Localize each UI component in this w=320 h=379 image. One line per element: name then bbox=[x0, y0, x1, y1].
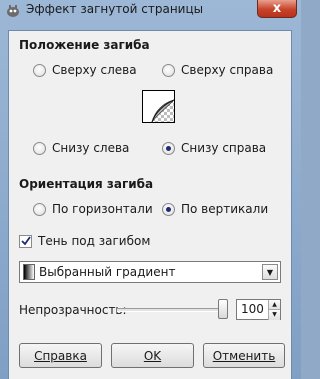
checkbox-indicator bbox=[19, 234, 32, 248]
radio-indicator bbox=[162, 63, 175, 77]
radio-indicator bbox=[33, 141, 46, 155]
close-button[interactable]: x bbox=[257, 0, 297, 18]
spin-up-icon[interactable]: ▲ bbox=[268, 300, 280, 310]
curl-preview-image bbox=[142, 90, 175, 123]
opacity-slider-track[interactable] bbox=[117, 308, 227, 312]
radio-horizontal[interactable]: По горизонтали bbox=[33, 202, 153, 216]
ok-button[interactable]: OK bbox=[111, 343, 194, 368]
radio-label: Сверху справа bbox=[181, 63, 274, 77]
opacity-value: 100 bbox=[241, 302, 264, 316]
radio-indicator bbox=[162, 202, 175, 216]
close-icon: x bbox=[272, 1, 282, 16]
radio-lower-right[interactable]: Снизу справа bbox=[162, 141, 266, 155]
radio-upper-left[interactable]: Сверху слева bbox=[33, 63, 137, 77]
radio-indicator bbox=[33, 63, 46, 77]
dropdown-arrow-icon[interactable]: ▼ bbox=[262, 264, 278, 280]
shade-checkbox[interactable]: Тень под загибом bbox=[19, 234, 150, 248]
radio-vertical[interactable]: По вертикали bbox=[162, 202, 268, 216]
radio-upper-right[interactable]: Сверху справа bbox=[162, 63, 273, 77]
curl-location-heading: Положение загиба bbox=[19, 38, 150, 52]
gradient-swatch-icon bbox=[23, 264, 35, 280]
radio-lower-left[interactable]: Снизу слева bbox=[33, 141, 129, 155]
window-title: Эффект загнутой страницы bbox=[26, 2, 204, 16]
cancel-button[interactable]: Отменить bbox=[203, 343, 285, 368]
radio-indicator bbox=[33, 202, 46, 216]
dialog-body: Положение загиба Сверху слева Сверху спр… bbox=[8, 30, 292, 379]
radio-label: Снизу справа bbox=[181, 141, 267, 155]
radio-label: По горизонтали bbox=[52, 202, 153, 216]
checkmark-icon bbox=[20, 236, 31, 246]
radio-label: Снизу слева bbox=[52, 141, 130, 155]
opacity-spinbutton[interactable]: 100 ▲ ▼ bbox=[236, 299, 281, 320]
radio-label: Сверху слева bbox=[52, 63, 137, 77]
spin-down-icon[interactable]: ▼ bbox=[268, 310, 280, 320]
curl-orientation-heading: Ориентация загиба bbox=[19, 177, 154, 191]
shade-label: Тень под загибом bbox=[38, 234, 151, 248]
opacity-label: Непрозрачность: bbox=[19, 303, 127, 317]
dialog-window: Эффект загнутой страницы x Положение заг… bbox=[0, 0, 301, 379]
gradient-value: Выбранный градиент bbox=[39, 265, 176, 279]
title-bar[interactable]: Эффект загнутой страницы x bbox=[0, 0, 301, 26]
opacity-slider-thumb[interactable] bbox=[218, 299, 228, 319]
radio-indicator bbox=[162, 141, 175, 155]
gradient-dropdown[interactable]: Выбранный градиент ▼ bbox=[19, 261, 281, 283]
radio-label: По вертикали bbox=[181, 202, 269, 216]
gimp-icon bbox=[7, 5, 19, 17]
help-button[interactable]: Справка bbox=[19, 343, 102, 368]
